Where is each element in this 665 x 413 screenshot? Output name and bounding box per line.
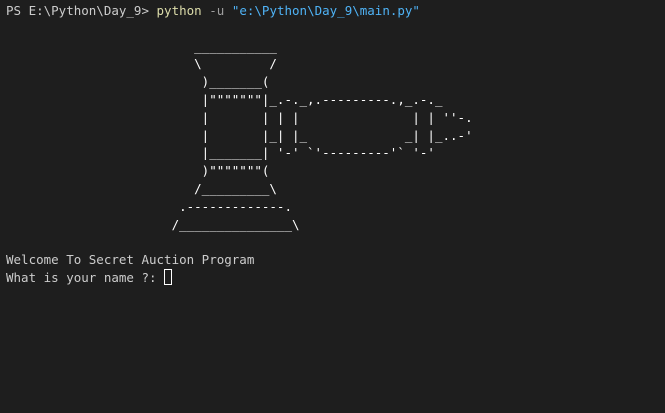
text-cursor[interactable] <box>164 268 173 285</box>
terminal-panel[interactable]: PS E:\Python\Day_9> python -u "e:\Python… <box>0 0 665 413</box>
shell-prompt: PS E:\Python\Day_9> <box>6 3 149 18</box>
command-path: "e:\Python\Day_9\main.py" <box>231 3 420 18</box>
name-prompt: What is your name ?: <box>6 269 165 285</box>
command-line: PS E:\Python\Day_9> python -u "e:\Python… <box>6 2 659 20</box>
input-line[interactable]: What is your name ?: <box>6 268 659 287</box>
welcome-message: Welcome To Secret Auction Program <box>6 252 255 268</box>
gavel-ascii-art: ___________ \ / )_______( |"""""""|_.-._… <box>171 38 473 232</box>
command-flag: -u <box>209 3 225 18</box>
command-name: python <box>156 3 202 18</box>
